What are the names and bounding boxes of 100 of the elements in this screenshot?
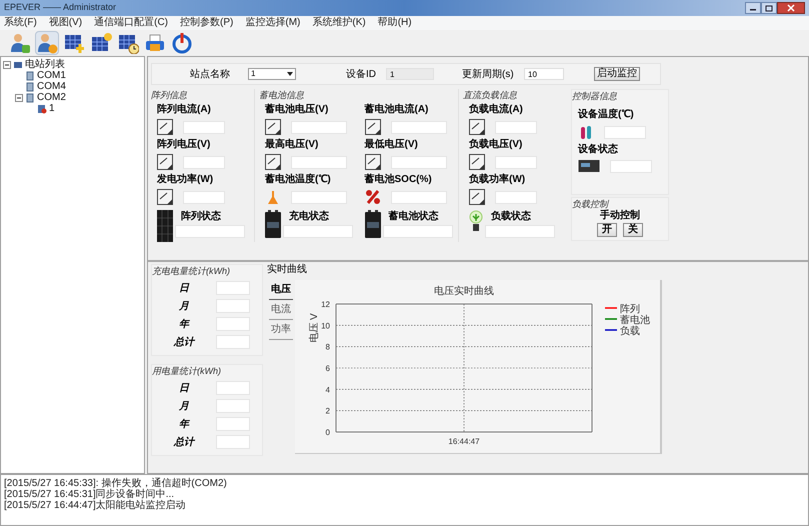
group-title: 蓄电池信息 xyxy=(259,89,305,101)
tree-item[interactable]: COM4 xyxy=(37,82,66,92)
battery-icon xyxy=(265,210,281,238)
tree-item[interactable]: COM2 xyxy=(37,92,66,102)
meter-icon xyxy=(157,154,173,170)
start-monitor-button[interactable]: 启动监控 xyxy=(594,67,640,81)
station-dropdown[interactable]: 1 xyxy=(248,68,296,80)
power-icon[interactable] xyxy=(170,31,194,55)
legend-label: 阵列 xyxy=(620,304,640,315)
status-label: 负载状态 xyxy=(491,210,532,223)
maximize-button[interactable] xyxy=(761,2,777,14)
reading-label: 阵列电流(A) xyxy=(157,103,212,116)
controller-icon xyxy=(578,159,600,173)
energy-field[interactable] xyxy=(216,417,250,431)
status-field[interactable] xyxy=(175,225,245,238)
reading-field[interactable] xyxy=(291,190,347,204)
tick-label: 8 xyxy=(326,342,330,352)
energy-field[interactable] xyxy=(216,435,250,449)
chart-tab[interactable]: 功率 xyxy=(269,320,293,340)
energy-field[interactable] xyxy=(216,335,250,349)
menu-item[interactable]: 视图(V) xyxy=(48,18,82,28)
reading-field[interactable] xyxy=(390,120,446,134)
meter-icon xyxy=(469,154,485,170)
status-field[interactable] xyxy=(485,225,555,238)
menu-item[interactable]: 系统(F) xyxy=(4,18,37,28)
tick-label: 4 xyxy=(326,385,330,394)
status-field[interactable] xyxy=(283,225,353,238)
minimize-button[interactable] xyxy=(745,2,761,14)
reading-field[interactable] xyxy=(183,120,225,134)
chart-title: 电压实时曲线 xyxy=(434,286,494,297)
meter-icon xyxy=(469,119,485,135)
chart-tab[interactable]: 电流 xyxy=(269,300,293,320)
status-label: 充电状态 xyxy=(289,210,330,223)
tick-label: 16:44:47 xyxy=(448,437,480,446)
meter-icon xyxy=(157,189,173,205)
menu-item[interactable]: 帮助(H) xyxy=(378,18,412,28)
reading-field[interactable] xyxy=(495,190,537,204)
field-label: 站点名称 xyxy=(190,68,231,82)
reading-label: 最低电压(V) xyxy=(364,138,419,151)
window-title: EPEVER —— Administrator xyxy=(4,1,116,14)
energy-field[interactable] xyxy=(216,281,250,295)
caret-icon xyxy=(287,72,293,76)
reading-label: 蓄电池SOC(%) xyxy=(364,173,433,186)
tree-item[interactable]: 1 xyxy=(49,104,55,114)
log-line: [2015/5/27 16:45:33]: 操作失败，通信超时(COM2) xyxy=(4,478,228,489)
reading-field[interactable] xyxy=(390,190,446,204)
reading-field[interactable] xyxy=(291,120,347,134)
menu-item[interactable]: 控制参数(P) xyxy=(180,18,234,28)
tick-label: 0 xyxy=(326,428,330,437)
person-plus-icon[interactable] xyxy=(8,31,32,55)
collapse-icon[interactable] xyxy=(3,60,11,68)
meter-icon xyxy=(157,119,173,135)
group-title: 负载控制 xyxy=(572,198,610,210)
period-label: 年 xyxy=(178,318,191,332)
update-period-field[interactable]: 10 xyxy=(524,68,564,80)
close-button[interactable] xyxy=(777,2,805,14)
tree-item[interactable]: COM1 xyxy=(37,70,66,80)
period-label: 日 xyxy=(178,282,190,296)
reading-field[interactable] xyxy=(495,156,537,168)
reading-field[interactable] xyxy=(291,156,347,168)
maximize-icon xyxy=(765,4,773,12)
status-label: 阵列状态 xyxy=(181,210,222,223)
log-line: [2015/5/27 16:45:31]同步设备时间中... xyxy=(4,489,174,500)
axis-label: 电压 V xyxy=(309,313,320,343)
meter-icon xyxy=(265,154,281,170)
reading-field[interactable] xyxy=(183,156,225,168)
tick-label: 10 xyxy=(321,321,330,330)
menu-item[interactable]: 系统维护(K) xyxy=(312,18,366,28)
energy-field[interactable] xyxy=(216,399,250,413)
station-icon xyxy=(13,60,23,70)
energy-field[interactable] xyxy=(216,317,250,331)
tick-label: 12 xyxy=(321,300,330,309)
reading-field[interactable] xyxy=(610,160,652,172)
battery-icon xyxy=(364,210,380,238)
period-label: 总计 xyxy=(172,336,196,350)
collapse-icon[interactable] xyxy=(15,94,23,102)
legend-label: 蓄电池 xyxy=(620,315,650,326)
reading-field[interactable] xyxy=(495,120,537,134)
flask-icon xyxy=(265,189,281,205)
group-title: 阵列信息 xyxy=(151,89,188,101)
group-title: 充电电量统计(kWh) xyxy=(152,265,231,277)
energy-field[interactable] xyxy=(216,299,250,313)
reading-field[interactable] xyxy=(183,190,225,204)
energy-field[interactable] xyxy=(216,381,250,395)
load-toggle-button[interactable]: 关 xyxy=(623,223,643,237)
menu-item[interactable]: 通信端口配置(C) xyxy=(94,18,168,28)
load-toggle-button[interactable]: 开 xyxy=(597,223,617,237)
reading-field[interactable] xyxy=(604,126,646,138)
status-field[interactable] xyxy=(382,225,452,238)
reading-field[interactable] xyxy=(390,156,446,168)
log-line: [2015/5/27 16:44:47]太阳能电站监控启动 xyxy=(4,500,187,511)
device-icon xyxy=(37,104,47,114)
reading-label: 蓄电池电压(V) xyxy=(265,103,330,116)
legend-label: 负载 xyxy=(620,326,640,337)
menu-item[interactable]: 监控选择(M) xyxy=(245,18,300,28)
reading-label: 发电功率(W) xyxy=(157,173,214,186)
group-title: 用电量统计(kWh) xyxy=(152,365,222,377)
chart-tab[interactable]: 电压 xyxy=(269,280,293,300)
solar-panel-icon xyxy=(157,210,173,242)
tree-item[interactable]: 电站列表 xyxy=(25,60,65,70)
